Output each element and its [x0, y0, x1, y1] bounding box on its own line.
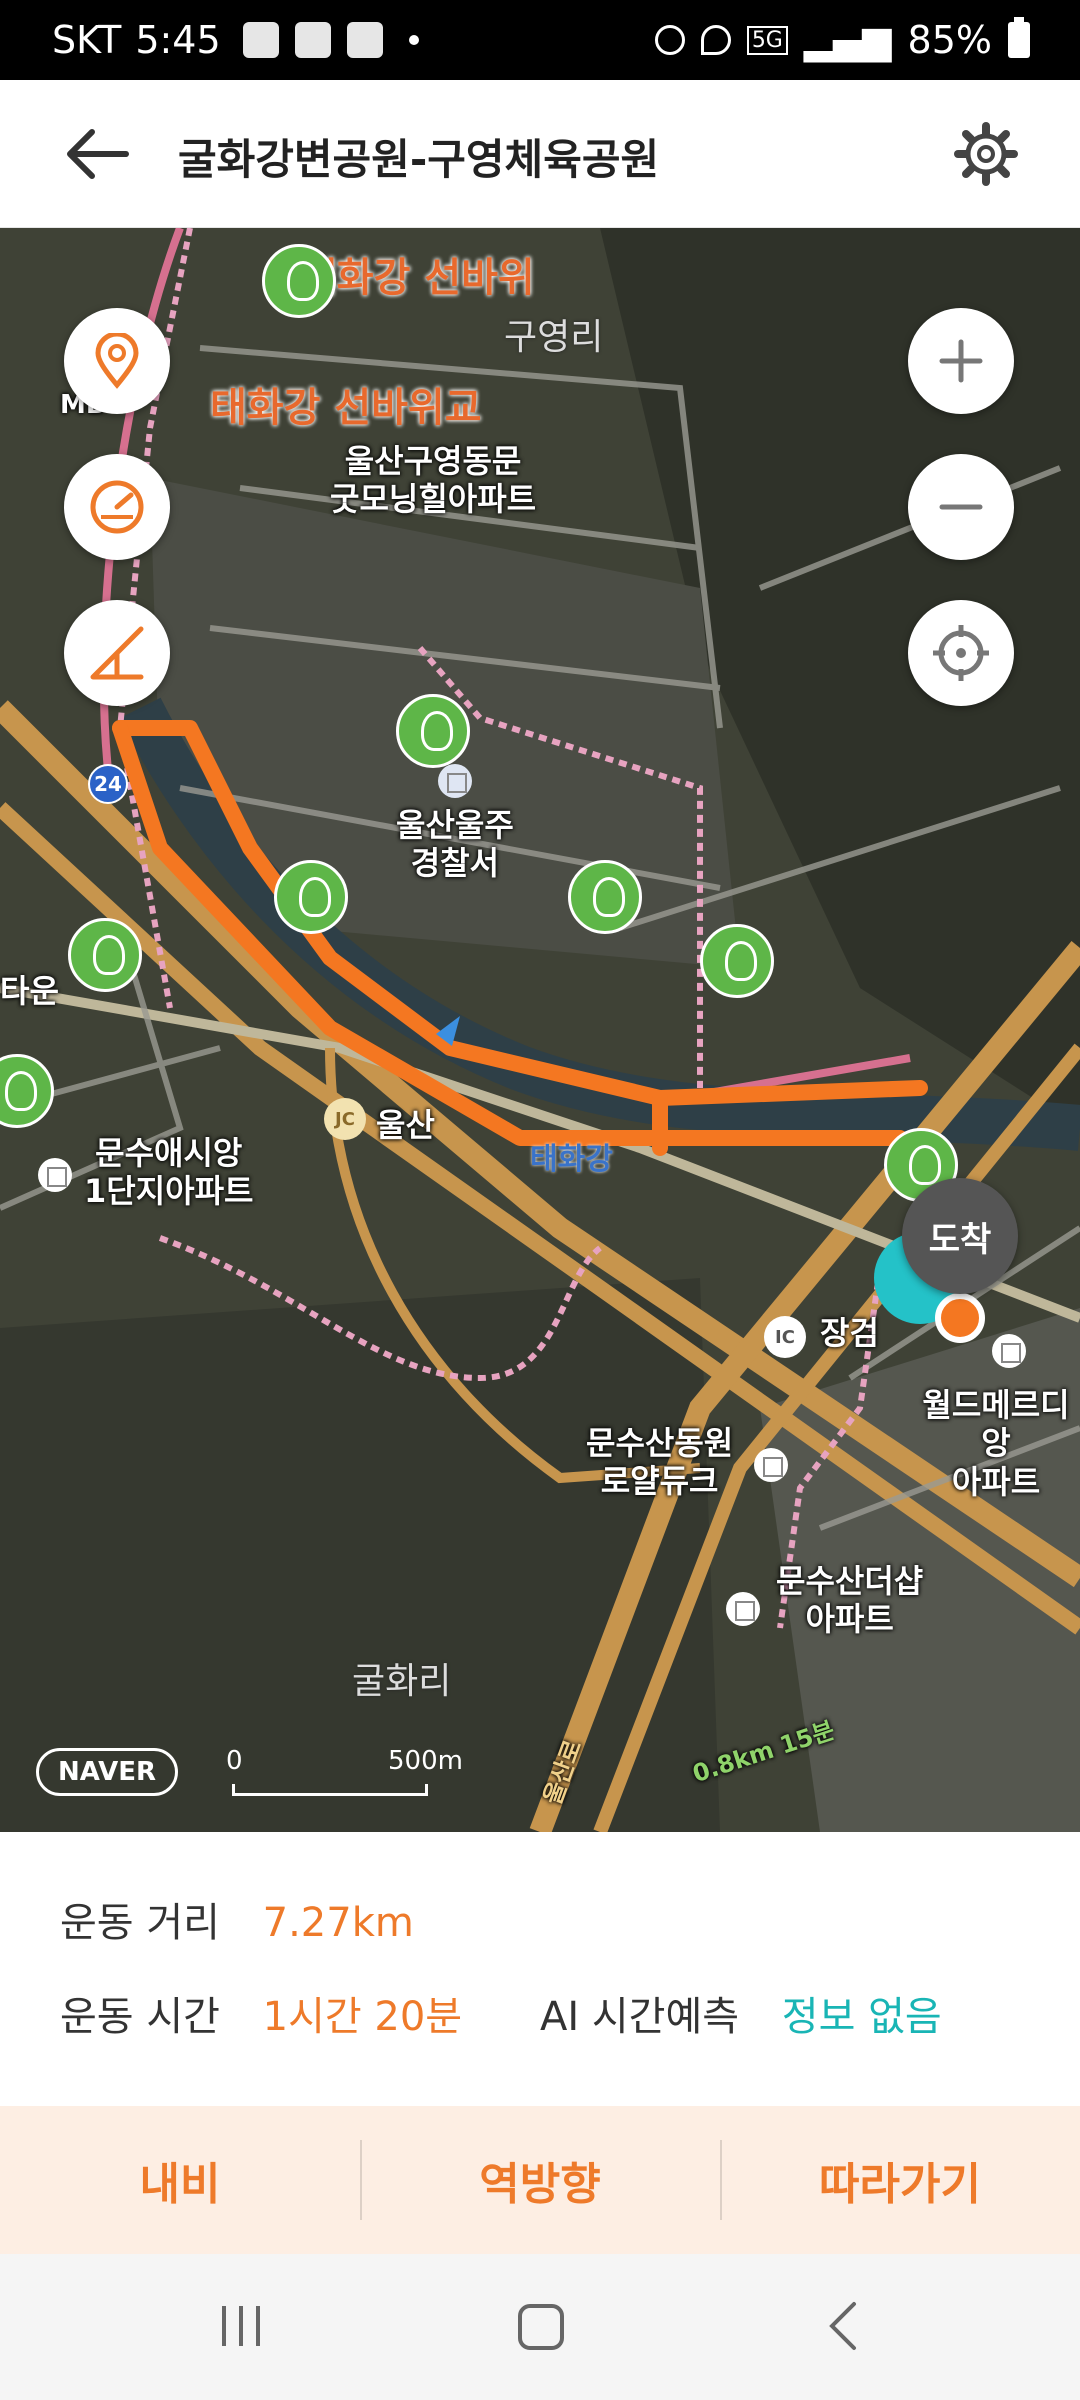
- follow-button[interactable]: 따라가기: [720, 2106, 1080, 2254]
- label-taehwagang: 태화강: [530, 1142, 613, 1177]
- app-bar: 굴화강변공원-구영체육공원: [0, 80, 1080, 228]
- time-row: 운동 시간 1시간 20분 AI 시간예측 정보 없음: [60, 1984, 1020, 2042]
- elevation-button[interactable]: [64, 600, 170, 706]
- battery-level: 85%: [907, 18, 992, 62]
- alarm-icon: [654, 25, 685, 55]
- scale-zero: 0: [226, 1746, 243, 1776]
- back-icon[interactable]: [822, 2298, 866, 2354]
- label-guyeongri: 구영리: [504, 317, 604, 358]
- speed-button[interactable]: [64, 454, 170, 560]
- ai-value: 정보 없음: [781, 1994, 942, 2040]
- location-icon: [700, 25, 731, 55]
- ic-marker: IC: [764, 1316, 806, 1358]
- park-icon[interactable]: [568, 860, 642, 934]
- distance-row: 운동 거리 7.27km: [60, 1890, 414, 1948]
- arrive-marker[interactable]: 도착: [902, 1178, 1018, 1294]
- weather-icon: [346, 22, 383, 58]
- system-nav-bar: [0, 2254, 1080, 2400]
- time-value: 1시간 20분: [262, 1994, 463, 2040]
- park-icon[interactable]: [68, 918, 142, 992]
- label-gulhwari: 굴화리: [352, 1661, 452, 1702]
- park-icon[interactable]: [274, 860, 348, 934]
- status-bar: SKT 5:45 5G ▂▄▆ 85%: [0, 0, 1080, 80]
- zoom-out-button[interactable]: [908, 454, 1014, 560]
- battery-icon: [1008, 17, 1030, 58]
- jc-marker: JC: [324, 1098, 366, 1140]
- scale-label: 500m: [388, 1746, 463, 1776]
- home-icon[interactable]: [514, 2298, 568, 2354]
- label-apt-goodmorning[interactable]: 울산구영동문 굿모닝힐아파트: [330, 442, 536, 519]
- notification-dot-icon: [408, 35, 419, 45]
- signal-icon: ▂▄▆: [803, 18, 892, 62]
- highway-number-badge: 24: [88, 764, 128, 804]
- label-taehwa-bridge[interactable]: 태화강 선바위교: [210, 384, 482, 432]
- map-view[interactable]: 태화강 선바위 태화강 선바위교 구영리 울산구영동문 굿모닝힐아파트 울산울주…: [0, 228, 1080, 1832]
- crosshair-icon: [933, 625, 989, 681]
- page-title: 굴화강변공원-구영체육공원: [178, 135, 660, 184]
- park-icon[interactable]: [700, 924, 774, 998]
- gallery-icon: [294, 22, 331, 58]
- ai-label: AI 시간예측: [540, 1994, 740, 2040]
- label-apt-world-merdian[interactable]: 월드메르디앙 아파트: [912, 1386, 1080, 1501]
- status-left: SKT 5:45: [52, 18, 419, 62]
- speedometer-icon: [90, 480, 144, 534]
- park-icon[interactable]: [396, 694, 470, 768]
- activity-icon: [242, 22, 279, 58]
- label-police[interactable]: 울산울주 경찰서: [396, 806, 514, 883]
- gear-icon[interactable]: [954, 122, 1018, 186]
- status-right: 5G ▂▄▆ 85%: [654, 17, 1030, 62]
- scale-bar: [232, 1784, 428, 1796]
- apartment-icon[interactable]: [726, 1592, 760, 1626]
- police-icon[interactable]: [438, 764, 472, 798]
- elevation-icon: [90, 626, 144, 680]
- apartment-icon[interactable]: [38, 1158, 72, 1192]
- network-badge: 5G: [746, 25, 788, 55]
- label-janggeom: 장검: [820, 1314, 879, 1352]
- location-pin-icon: [95, 333, 139, 389]
- minus-icon: [939, 504, 983, 510]
- route-info-panel: 운동 거리 7.27km 운동 시간 1시간 20분 AI 시간예측 정보 없음: [0, 1832, 1080, 2106]
- time-label: 운동 시간: [60, 1994, 220, 2040]
- label-apt-dongwon[interactable]: 문수산동원 로얄듀크: [586, 1424, 733, 1501]
- current-location-button[interactable]: [908, 600, 1014, 706]
- distance-value: 7.27km: [262, 1900, 414, 1946]
- apartment-icon[interactable]: [992, 1334, 1026, 1368]
- naver-logo: NAVER: [36, 1748, 178, 1796]
- zoom-in-button[interactable]: [908, 308, 1014, 414]
- label-town: 타운: [0, 972, 59, 1010]
- plus-icon: [939, 339, 983, 383]
- bike-poi-icon[interactable]: [262, 244, 336, 318]
- label-ulsan-jc: 울산: [376, 1106, 435, 1144]
- ai-prediction: AI 시간예측 정보 없음: [540, 1984, 942, 2042]
- action-bar: 내비 역방향 따라가기: [0, 2106, 1080, 2254]
- label-apt-munsu-aesiang[interactable]: 문수애시앙 1단지아파트: [84, 1134, 253, 1211]
- carrier: SKT: [52, 18, 122, 62]
- location-pin-button[interactable]: [64, 308, 170, 414]
- distance-label: 운동 거리: [60, 1900, 220, 1946]
- label-apt-thesharp[interactable]: 문수산더샵 아파트: [776, 1562, 923, 1639]
- recent-apps-icon[interactable]: [216, 2298, 266, 2354]
- navi-button[interactable]: 내비: [0, 2106, 360, 2254]
- reverse-button[interactable]: 역방향: [360, 2106, 720, 2254]
- clock: 5:45: [135, 18, 221, 62]
- back-arrow-icon[interactable]: [62, 124, 132, 184]
- apartment-icon[interactable]: [754, 1448, 788, 1482]
